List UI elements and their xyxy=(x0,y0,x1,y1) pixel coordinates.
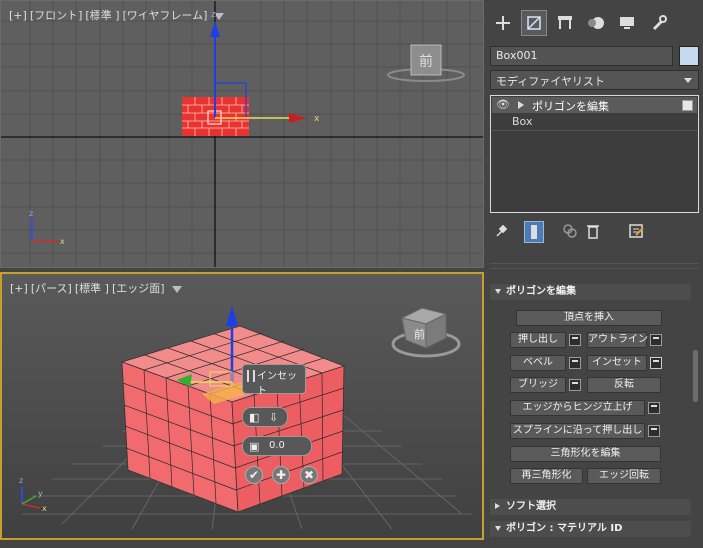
world-axis-tripod-persp: z x y xyxy=(19,476,47,513)
inset-button[interactable]: インセット xyxy=(587,355,647,371)
viewport-front[interactable]: [+] [フロント] [標準 ] [ワイヤフレーム] x z z x 前 xyxy=(0,0,484,268)
edit-triangulation-button[interactable]: 三角形化を編集 xyxy=(510,446,661,462)
panel-splitter[interactable] xyxy=(490,263,699,269)
command-panel-tabs xyxy=(486,6,703,40)
eye-icon[interactable]: 👁 xyxy=(496,98,510,111)
modifier-list-label: モディファイヤリスト xyxy=(496,75,605,88)
front-grid: x z z x 前 xyxy=(1,1,483,267)
viewcube-face-label: 前 xyxy=(414,327,425,341)
caddy-mode-group[interactable]: ◧ ⇩ xyxy=(242,407,288,427)
stack-item-edit-poly[interactable]: 👁 ポリゴンを編集 xyxy=(492,97,697,113)
insert-vertex-button[interactable]: 頂点を挿入 xyxy=(516,310,662,326)
svg-text:x: x xyxy=(42,504,47,513)
retriangulate-button[interactable]: 再三角形化 xyxy=(510,468,583,484)
axis-z-label: z xyxy=(211,10,216,20)
svg-text:z: z xyxy=(19,476,23,485)
stack-toolbar xyxy=(490,220,699,244)
amount-icon: ▣ xyxy=(249,440,260,453)
display-tab-icon[interactable] xyxy=(614,10,640,36)
rollout-title: ポリゴン : マテリアル ID xyxy=(506,523,623,534)
inset-settings-button[interactable] xyxy=(650,357,662,369)
svg-text:x: x xyxy=(60,237,65,246)
axis-x-label: x xyxy=(314,114,320,124)
outline-settings-button[interactable] xyxy=(650,334,662,346)
modifier-list-dropdown[interactable]: モディファイヤリスト xyxy=(490,70,699,90)
hinge-from-edge-button[interactable]: エッジからヒンジ立上げ xyxy=(510,400,645,416)
caddy-ok-icon[interactable]: ✔ xyxy=(245,466,263,484)
inset-amount-value[interactable]: 0.0 xyxy=(269,440,285,451)
stack-item-label: Box xyxy=(512,115,533,128)
hinge-settings-button[interactable] xyxy=(648,402,660,414)
motion-tab-icon[interactable] xyxy=(583,10,609,36)
pin-stack-icon[interactable] xyxy=(494,224,508,241)
extrude-spline-settings-button[interactable] xyxy=(648,425,660,437)
remove-modifier-icon[interactable] xyxy=(586,223,600,242)
command-panel: Box001 モディファイヤリスト 👁 ポリゴンを編集 Box ポリゴンを編集 … xyxy=(486,0,703,548)
collapse-arrow-icon xyxy=(495,526,501,531)
show-end-result-icon[interactable] xyxy=(524,221,544,243)
stack-item-toggle[interactable] xyxy=(682,100,693,111)
viewcube-persp[interactable]: 前 xyxy=(391,307,461,358)
perspective-scene: z x y 前 xyxy=(19,306,472,530)
panel-scrollbar[interactable] xyxy=(693,350,698,402)
rollout-material-id-header[interactable]: ポリゴン : マテリアル ID xyxy=(490,521,691,537)
collapse-arrow-icon xyxy=(495,289,501,294)
caddy-title: インセット xyxy=(257,371,297,397)
world-axis-tripod: z x xyxy=(29,209,65,246)
viewcube[interactable]: 前 xyxy=(387,44,465,82)
caddy-drag-icon[interactable] xyxy=(247,370,255,382)
utilities-tab-icon[interactable] xyxy=(646,10,672,36)
object-name-field[interactable]: Box001 xyxy=(490,46,673,66)
svg-text:z: z xyxy=(29,209,33,218)
hierarchy-tab-icon[interactable] xyxy=(552,10,578,36)
caddy-inset[interactable]: インセット xyxy=(242,364,306,397)
flip-button[interactable]: 反転 xyxy=(587,377,661,393)
stack-item-box[interactable]: Box xyxy=(492,114,697,131)
caddy-cancel-icon[interactable]: ✖ xyxy=(300,466,318,484)
object-color-swatch[interactable] xyxy=(679,46,699,66)
expand-arrow-icon[interactable] xyxy=(518,101,524,109)
make-unique-icon[interactable] xyxy=(562,223,578,242)
inset-mode-dropdown-icon[interactable]: ⇩ xyxy=(269,411,278,424)
rollout-edit-poly-header[interactable]: ポリゴンを編集 xyxy=(490,284,691,300)
extrude-along-spline-button[interactable]: スプラインに沿って押し出し xyxy=(510,423,645,439)
caddy-amount-field[interactable]: ▣ 0.0 xyxy=(242,436,312,456)
extrude-button[interactable]: 押し出し xyxy=(510,332,566,348)
bridge-settings-button[interactable] xyxy=(569,379,581,391)
modify-tab-icon[interactable] xyxy=(521,10,547,36)
viewport-perspective[interactable]: [+] [パース] [標準 ] [エッジ面] z x y 前 インセット ◧ ⇩… xyxy=(0,272,484,540)
bridge-button[interactable]: ブリッジ xyxy=(510,377,566,393)
stack-item-label: ポリゴンを編集 xyxy=(532,100,609,113)
bevel-settings-button[interactable] xyxy=(569,357,581,369)
create-tab-icon[interactable] xyxy=(490,10,516,36)
rollout-soft-selection-header[interactable]: ソフト選択 xyxy=(490,499,691,515)
inset-group-icon[interactable]: ◧ xyxy=(249,411,259,424)
caddy-apply-icon[interactable]: ✚ xyxy=(272,466,290,484)
dropdown-arrow-icon xyxy=(684,78,692,83)
svg-text:y: y xyxy=(38,489,43,498)
viewcube-face-label: 前 xyxy=(419,53,433,70)
rollout-title: ソフト選択 xyxy=(506,501,556,512)
expand-arrow-icon xyxy=(495,503,500,509)
configure-modifier-sets-icon[interactable] xyxy=(628,223,644,242)
outline-button[interactable]: アウトライン xyxy=(587,332,648,348)
bevel-button[interactable]: ベベル xyxy=(510,355,566,371)
turn-button[interactable]: エッジ回転 xyxy=(587,468,661,484)
extrude-settings-button[interactable] xyxy=(569,334,581,346)
modifier-stack[interactable]: 👁 ポリゴンを編集 Box xyxy=(490,95,699,213)
rollout-title: ポリゴンを編集 xyxy=(506,286,576,297)
